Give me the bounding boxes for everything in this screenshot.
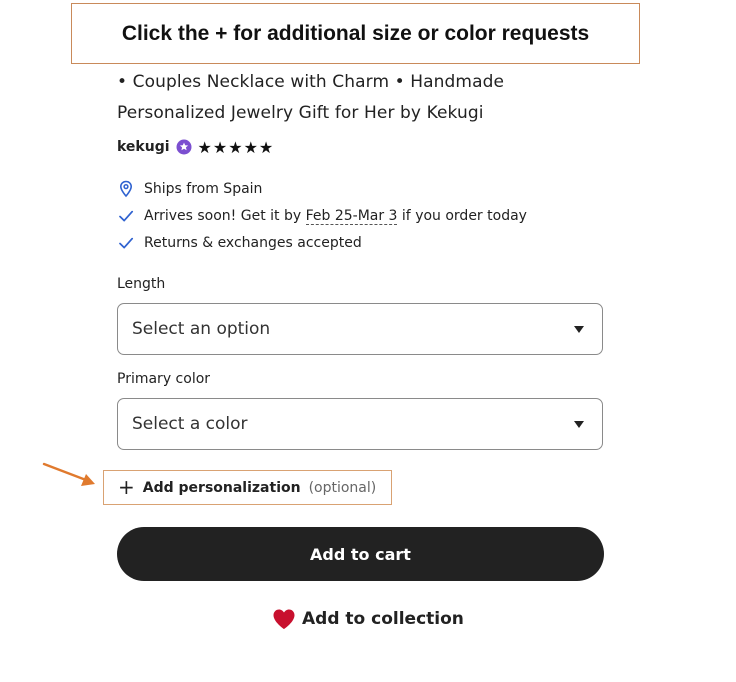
returns-row: Returns & exchanges accepted — [118, 234, 362, 252]
instruction-callout: Click the + for additional size or color… — [71, 3, 640, 64]
add-personalization-button[interactable]: + Add personalization (optional) — [103, 470, 392, 505]
map-pin-icon — [119, 180, 133, 198]
primary-color-select-value: Select a color — [132, 414, 248, 434]
arrival-suffix: if you order today — [397, 208, 527, 224]
shop-row: kekugi ★★★★★ — [117, 136, 274, 158]
arrival-text: Arrives soon! Get it by Feb 25-Mar 3 if … — [144, 208, 527, 225]
arrival-prefix: Arrives soon! Get it by — [144, 208, 306, 224]
annotation-arrow-icon — [42, 462, 95, 486]
length-label: Length — [117, 276, 166, 292]
optional-label: (optional) — [308, 479, 377, 496]
add-to-collection-button[interactable]: Add to collection — [272, 608, 464, 630]
arrival-date-range[interactable]: Feb 25-Mar 3 — [305, 208, 398, 225]
caret-down-icon — [574, 420, 584, 428]
checkmark-icon — [119, 210, 134, 222]
checkmark-icon — [119, 237, 134, 249]
add-to-cart-button[interactable]: Add to cart — [117, 527, 604, 581]
primary-color-label: Primary color — [117, 371, 211, 387]
heart-icon — [273, 609, 295, 629]
plus-icon: + — [118, 474, 135, 499]
shop-name-link[interactable]: kekugi — [117, 139, 170, 155]
length-select[interactable]: Select an option — [117, 303, 603, 355]
length-select-value: Select an option — [132, 319, 271, 339]
primary-color-select[interactable]: Select a color — [117, 398, 603, 450]
caret-down-icon — [574, 325, 584, 333]
listing-title-line-1: • Couples Necklace with Charm • Handmade — [117, 72, 505, 92]
returns-text[interactable]: Returns & exchanges accepted — [144, 235, 362, 251]
star-seller-badge-icon — [176, 139, 192, 155]
ships-from-row: Ships from Spain — [118, 180, 262, 198]
instruction-callout-text: Click the + for additional size or color… — [121, 21, 590, 45]
add-to-collection-label: Add to collection — [302, 609, 464, 629]
listing-title-line-2: Personalized Jewelry Gift for Her by Kek… — [117, 103, 484, 123]
ships-from-text: Ships from Spain — [144, 181, 263, 197]
rating-stars[interactable]: ★★★★★ — [198, 138, 275, 157]
arrival-row: Arrives soon! Get it by Feb 25-Mar 3 if … — [118, 207, 527, 225]
add-personalization-label: Add personalization — [142, 479, 301, 496]
